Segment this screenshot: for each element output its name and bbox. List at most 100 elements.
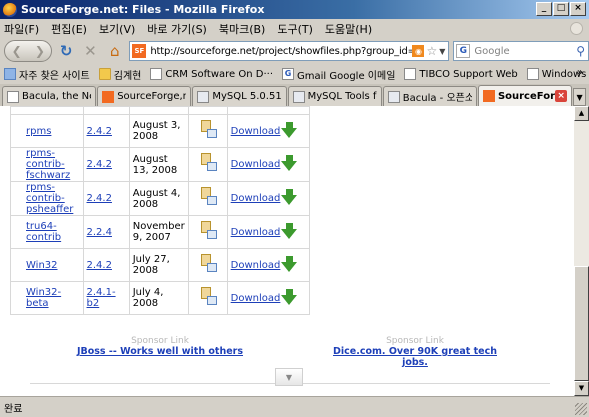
url-bar[interactable]: SF http://sourceforge.net/project/showfi…	[129, 41, 450, 61]
stop-icon[interactable]: ✕	[80, 40, 101, 62]
download-link[interactable]: Download	[231, 193, 281, 204]
menu-help[interactable]: 도움말(H)	[325, 21, 372, 37]
scroll-thumb[interactable]	[574, 266, 589, 381]
tab-bacula-opensource[interactable]: Bacula - 오픈소···	[382, 86, 477, 106]
menu-go[interactable]: 바로 가기(S)	[147, 21, 207, 37]
sponsor-link[interactable]: JBoss -- Works well with others	[60, 346, 260, 357]
menu-view[interactable]: 보기(V)	[99, 21, 135, 37]
window-controls: _ □ ×	[536, 2, 586, 16]
package-link[interactable]: rpms-contrib-psheaffer	[26, 182, 73, 215]
package-link[interactable]: rpms	[26, 126, 51, 137]
version-link[interactable]: 2.4.2	[87, 260, 112, 271]
search-icon[interactable]: ⚲	[576, 44, 585, 58]
release-notes-icon[interactable]	[199, 153, 217, 173]
scroll-down-icon[interactable]: ▼	[574, 381, 589, 396]
package-link[interactable]: rpms-contrib-fschwarz	[26, 148, 70, 181]
release-notes-icon[interactable]	[199, 220, 217, 241]
navigation-toolbar: ❮ ❯ ↻ ✕ ⌂ SF http://sourceforge.net/proj…	[0, 38, 589, 64]
version-link[interactable]: 2.4.2	[87, 193, 112, 204]
version-link[interactable]: 2.4.1-b2	[87, 287, 116, 309]
menu-edit[interactable]: 편집(E)	[51, 21, 87, 37]
tab-sourceforge[interactable]: SourceForge,ne···	[97, 86, 192, 106]
download-link[interactable]: Download	[231, 293, 281, 304]
download-arrow-icon[interactable]	[281, 155, 298, 171]
reload-icon[interactable]: ↻	[55, 40, 76, 62]
download-cell: Download	[226, 114, 311, 148]
tab-sourceforge-active[interactable]: SourceFor···×	[477, 85, 573, 106]
notes-cell	[187, 215, 228, 249]
menu-bookmarks[interactable]: 북마크(B)	[219, 21, 266, 37]
minimize-button[interactable]: _	[536, 2, 552, 16]
bookmarks-toolbar: 자주 찾은 사이트 김계현 CRM Software On D··· G Gmai…	[0, 64, 589, 84]
version-link[interactable]: 2.4.2	[87, 159, 112, 170]
date-cell: August 3, 2008	[128, 114, 189, 148]
vertical-scrollbar[interactable]: ▲ ▼	[574, 106, 589, 396]
back-forward-group: ❮ ❯	[4, 40, 53, 62]
bookmark-star-icon[interactable]: ☆	[426, 44, 437, 58]
tab-label: Bacula - 오픈소···	[402, 93, 472, 104]
download-arrow-icon[interactable]	[281, 222, 298, 239]
close-button[interactable]: ×	[570, 2, 586, 16]
throbber-icon	[570, 22, 583, 35]
sponsor-link[interactable]: Dice.com. Over 90K great tech jobs.	[320, 346, 510, 368]
table-row: rpms-contrib-psheaffer 2.4.2 August 4, 2…	[10, 181, 311, 216]
date-cell: August 13, 2008	[128, 147, 189, 182]
bookmark-crm[interactable]: CRM Software On D···	[150, 68, 273, 80]
download-cell: Download	[226, 147, 311, 182]
package-link[interactable]: tru64-contrib	[26, 221, 61, 243]
google-engine-icon[interactable]: G	[456, 44, 471, 58]
download-arrow-icon[interactable]	[281, 288, 298, 305]
release-notes-icon[interactable]	[199, 119, 217, 140]
download-link[interactable]: Download	[231, 227, 281, 238]
bookmark-folder[interactable]: 김계현	[98, 67, 141, 82]
tab-mysql[interactable]: MySQL 5.0.51 ···	[192, 86, 287, 106]
search-box[interactable]: G Google ⚲	[453, 41, 589, 61]
back-icon[interactable]: ❮	[12, 44, 22, 58]
download-arrow-icon[interactable]	[281, 121, 298, 138]
table-cell	[128, 106, 189, 115]
download-arrow-icon[interactable]	[281, 255, 298, 272]
download-link[interactable]: Download	[231, 260, 281, 271]
bookmarks-overflow-button[interactable]: »	[577, 67, 583, 78]
tab-label: SourceForge,ne···	[117, 91, 186, 102]
tab-bacula[interactable]: Bacula, the Net···	[2, 86, 97, 106]
tab-label: SourceFor···	[497, 90, 555, 102]
version-link[interactable]: 2.2.4	[87, 227, 112, 238]
package-link[interactable]: Win32	[26, 260, 58, 271]
search-input[interactable]: Google	[474, 46, 509, 57]
release-notes-icon[interactable]	[199, 286, 217, 307]
notes-cell	[187, 248, 228, 282]
url-dropdown-icon[interactable]: ▼	[439, 47, 445, 56]
tab-label: MySQL Tools for···	[307, 91, 377, 102]
bookmark-tibco[interactable]: TIBCO Support Web	[404, 68, 518, 80]
close-tab-icon[interactable]: ×	[555, 90, 568, 102]
menu-tools[interactable]: 도구(T)	[277, 21, 313, 37]
table-cell	[10, 106, 84, 115]
window-title: SourceForge.net: Files - Mozilla Firefox	[21, 3, 265, 16]
scroll-up-icon[interactable]: ▲	[574, 106, 589, 121]
forward-icon[interactable]: ❯	[35, 44, 45, 58]
tab-mysql-tools[interactable]: MySQL Tools for···	[287, 86, 382, 106]
package-link[interactable]: Win32-beta	[26, 287, 61, 309]
page-icon	[292, 90, 305, 103]
rss-feed-icon[interactable]: ◉	[412, 45, 425, 57]
url-text[interactable]: http://sourceforge.net/project/showfiles…	[150, 46, 412, 57]
bookmark-gmail[interactable]: G Gmail Google 이메일	[282, 67, 395, 82]
sourceforge-icon	[482, 90, 495, 102]
download-link[interactable]: Download	[231, 159, 281, 170]
release-notes-icon[interactable]	[199, 187, 217, 207]
menu-file[interactable]: 파일(F)	[4, 21, 39, 37]
bookmark-most-visited[interactable]: 자주 찾은 사이트	[4, 67, 90, 82]
version-cell: 2.4.2	[82, 248, 130, 282]
expand-toggle-button[interactable]: ▼	[275, 368, 303, 386]
version-link[interactable]: 2.4.2	[87, 126, 112, 137]
package-cell: tru64-contrib	[10, 215, 84, 249]
resize-grip-icon[interactable]	[575, 403, 587, 415]
home-icon[interactable]: ⌂	[104, 40, 125, 62]
release-notes-icon[interactable]	[199, 253, 217, 274]
download-arrow-icon[interactable]	[281, 189, 298, 205]
download-cell: Download	[226, 248, 311, 282]
tab-list-button[interactable]: ▼	[573, 88, 587, 106]
download-link[interactable]: Download	[231, 126, 281, 137]
maximize-button[interactable]: □	[553, 2, 569, 16]
